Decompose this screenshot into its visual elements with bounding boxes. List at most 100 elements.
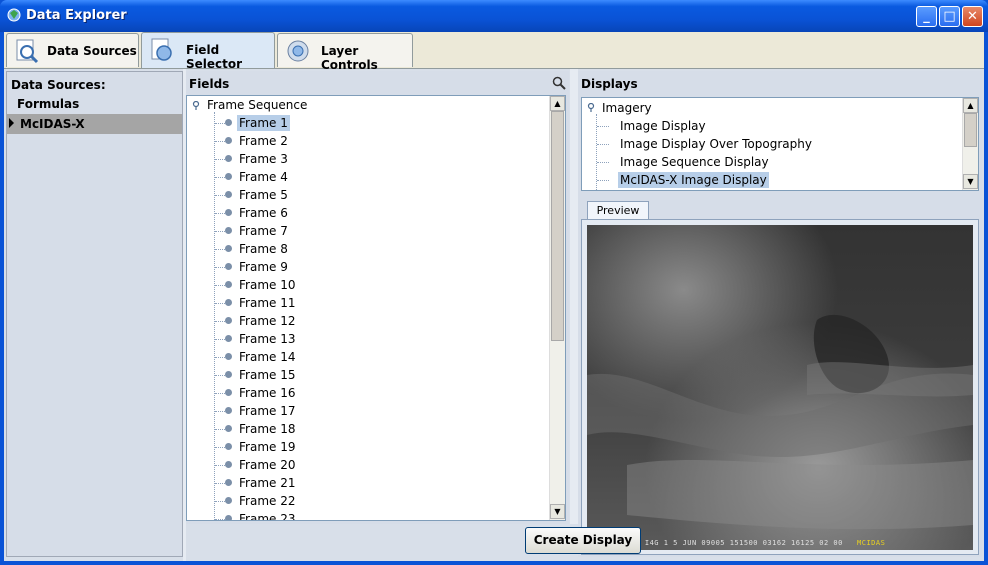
field-item-frame[interactable]: Frame 6 xyxy=(225,204,290,222)
displays-tree[interactable]: Imagery Image Display Image Display Over… xyxy=(581,97,979,191)
field-bullet-icon xyxy=(225,137,232,144)
field-bullet-icon xyxy=(225,371,232,378)
tree-node-icon xyxy=(192,101,200,110)
field-item-frame[interactable]: Frame 16 xyxy=(225,384,297,402)
field-item-frame[interactable]: Frame 20 xyxy=(225,456,297,474)
tree-branch xyxy=(215,393,225,394)
title-bar[interactable]: Data Explorer _ □ ✕ xyxy=(0,0,988,32)
field-item-frame[interactable]: Frame 3 xyxy=(225,150,290,168)
data-sources-pane: Data Sources: Formulas McIDAS-X xyxy=(6,71,183,557)
layer-controls-icon xyxy=(287,40,309,62)
display-item-topography[interactable]: Image Display Over Topography xyxy=(618,135,814,153)
tree-branch xyxy=(215,285,225,286)
field-bullet-icon xyxy=(225,479,232,486)
field-item-frame[interactable]: Frame 22 xyxy=(225,492,297,510)
field-item-frame[interactable]: Frame 12 xyxy=(225,312,297,330)
tree-branch xyxy=(215,519,225,520)
client-area: Data Sources Field Selector Layer Contro… xyxy=(4,32,984,561)
field-bullet-icon xyxy=(225,173,232,180)
field-bullet-icon xyxy=(225,209,232,216)
tab-layer-controls[interactable]: Layer Controls xyxy=(277,33,413,72)
close-button[interactable]: ✕ xyxy=(962,6,983,27)
data-source-item-mcidas-x[interactable]: McIDAS-X xyxy=(7,114,182,134)
field-item-frame[interactable]: Frame 1 xyxy=(225,114,290,132)
field-item-frame[interactable]: Frame 5 xyxy=(225,186,290,204)
scroll-up-arrow-icon[interactable]: ▲ xyxy=(963,98,978,113)
field-item-frame[interactable]: Frame 23 xyxy=(225,510,297,520)
tree-branch xyxy=(215,123,225,124)
field-item-frame[interactable]: Frame 17 xyxy=(225,402,297,420)
app-icon xyxy=(7,8,21,22)
tree-branch xyxy=(215,339,225,340)
field-item-frame[interactable]: Frame 8 xyxy=(225,240,290,258)
field-bullet-icon xyxy=(225,245,232,252)
field-label: Frame 2 xyxy=(239,134,288,148)
scroll-down-arrow-icon[interactable]: ▼ xyxy=(963,174,978,189)
display-item-sequence[interactable]: Image Sequence Display xyxy=(618,153,771,171)
minimize-button[interactable]: _ xyxy=(916,6,937,27)
scroll-thumb[interactable] xyxy=(964,113,977,147)
field-item-frame[interactable]: Frame 11 xyxy=(225,294,297,312)
tree-guide-line xyxy=(214,112,215,520)
field-item-frame[interactable]: Frame 13 xyxy=(225,330,297,348)
field-item-frame[interactable]: Frame 19 xyxy=(225,438,297,456)
field-item-frame[interactable]: Frame 7 xyxy=(225,222,290,240)
data-source-item-formulas[interactable]: Formulas xyxy=(7,94,182,114)
tree-branch xyxy=(215,267,225,268)
field-label: Frame 16 xyxy=(239,386,296,400)
field-selector-icon xyxy=(151,38,172,61)
tree-node-icon xyxy=(587,103,595,112)
tree-root-frame-sequence[interactable]: Frame Sequence xyxy=(205,96,309,114)
fields-scrollbar[interactable]: ▲ ▼ xyxy=(549,96,565,520)
tab-field-selector[interactable]: Field Selector xyxy=(141,32,275,71)
search-icon[interactable] xyxy=(552,76,566,90)
tree-branch xyxy=(215,303,225,304)
field-label: Frame 5 xyxy=(239,188,288,202)
field-bullet-icon xyxy=(225,515,232,520)
tab-label: Data Sources xyxy=(47,44,137,58)
field-item-frame[interactable]: Frame 2 xyxy=(225,132,290,150)
field-label: Frame 8 xyxy=(239,242,288,256)
tab-label: Field Selector xyxy=(186,43,243,71)
field-item-frame[interactable]: Frame 18 xyxy=(225,420,297,438)
tree-branch xyxy=(215,195,225,196)
scroll-thumb[interactable] xyxy=(551,111,564,341)
field-item-frame[interactable]: Frame 21 xyxy=(225,474,297,492)
field-bullet-icon xyxy=(225,191,232,198)
field-label: Frame 18 xyxy=(239,422,296,436)
splitter-right[interactable] xyxy=(570,69,578,524)
field-label: Frame 20 xyxy=(239,458,296,472)
tree-branch xyxy=(215,141,225,142)
field-item-frame[interactable]: Frame 15 xyxy=(225,366,297,384)
field-bullet-icon xyxy=(225,389,232,396)
displays-scrollbar[interactable]: ▲ ▼ xyxy=(962,98,978,190)
field-bullet-icon xyxy=(225,155,232,162)
tree-root-imagery[interactable]: Imagery xyxy=(600,99,654,117)
window-title: Data Explorer xyxy=(26,8,127,23)
data-sources-header: Data Sources: xyxy=(11,78,106,92)
field-label: Frame 4 xyxy=(239,170,288,184)
field-item-frame[interactable]: Frame 14 xyxy=(225,348,297,366)
satellite-image: 10001 G-13 I4G 1 5 JUN 09005 151500 0316… xyxy=(587,225,973,550)
scroll-down-arrow-icon[interactable]: ▼ xyxy=(550,504,565,519)
fields-tree[interactable]: Frame Sequence Frame 1 Frame 2 Frame 3 Fram… xyxy=(186,95,566,521)
display-item-mcidas-x[interactable]: McIDAS-X Image Display xyxy=(618,171,769,189)
create-display-button[interactable]: Create Display xyxy=(525,527,641,554)
field-label: Frame 9 xyxy=(239,260,288,274)
field-bullet-icon xyxy=(225,425,232,432)
field-item-frame[interactable]: Frame 4 xyxy=(225,168,290,186)
tree-branch xyxy=(215,177,225,178)
tab-preview[interactable]: Preview xyxy=(587,201,649,219)
field-item-frame[interactable]: Frame 9 xyxy=(225,258,290,276)
tab-data-sources[interactable]: Data Sources xyxy=(6,33,139,67)
tab-label: Layer Controls xyxy=(321,44,378,72)
display-item-image[interactable]: Image Display xyxy=(618,117,708,135)
maximize-button[interactable]: □ xyxy=(939,6,960,27)
field-item-frame[interactable]: Frame 10 xyxy=(225,276,297,294)
scroll-up-arrow-icon[interactable]: ▲ xyxy=(550,96,565,111)
field-bullet-icon xyxy=(225,227,232,234)
displays-pane: Displays Imagery Image Display Image Dis… xyxy=(578,71,982,557)
field-label: Frame 13 xyxy=(239,332,296,346)
field-label: Frame 22 xyxy=(239,494,296,508)
field-bullet-icon xyxy=(225,497,232,504)
